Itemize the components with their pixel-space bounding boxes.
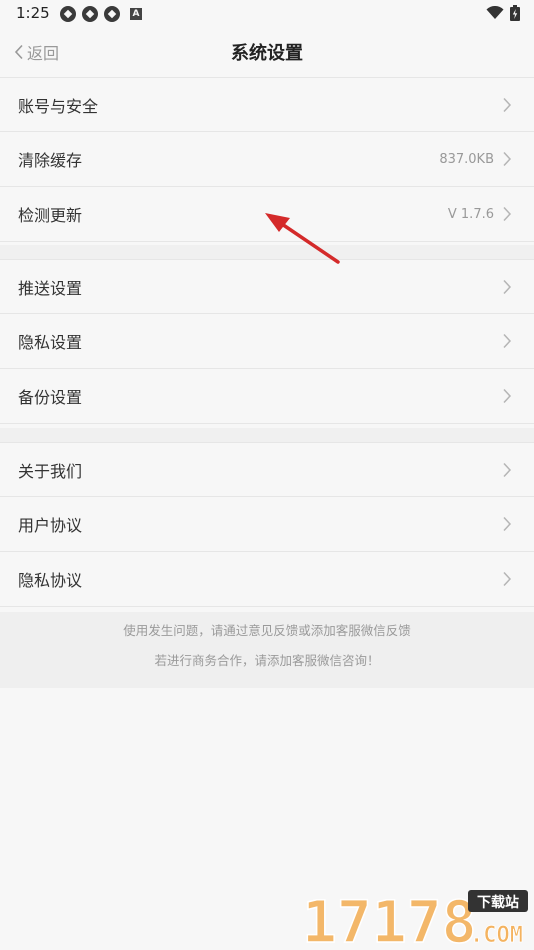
settings-item-label: 备份设置 [18,388,83,407]
settings-item-label: 隐私协议 [18,571,83,590]
settings-item-about-us[interactable]: 关于我们 [0,442,534,497]
chevron-right-icon [503,206,512,222]
page-title: 系统设置 [231,43,303,64]
back-button[interactable]: 返回 [14,40,59,64]
chevron-right-icon [503,516,512,532]
settings-item-label: 关于我们 [18,461,83,481]
battery-charging-icon [510,5,520,21]
chevron-right-icon [503,97,512,112]
notification-icons: A [60,6,142,22]
annotation-arrow-icon [265,213,340,264]
status-time: 1:25 [16,4,50,22]
chevron-left-icon [14,44,23,60]
chevron-right-icon [503,462,512,477]
a-badge-icon: A [130,8,142,20]
settings-item-label: 隐私设置 [18,333,83,352]
cache-size-value: 837.0KB [439,151,494,167]
settings-item-label: 账号与安全 [18,96,99,116]
settings-item-label: 用户协议 [18,516,83,535]
back-label: 返回 [27,44,60,63]
settings-group-about: 关于我们 用户协议 隐私协议 [0,442,534,607]
settings-item-user-agreement[interactable]: 用户协议 [0,497,534,552]
app-notification-icon [82,6,98,22]
chevron-right-icon [503,279,512,294]
watermark-domain: .COM [470,923,523,948]
app-notification-icon [60,6,76,22]
settings-item-privacy-settings[interactable]: 隐私设置 [0,314,534,369]
nav-bar: 返回 系统设置 [0,28,534,76]
wifi-icon [486,6,504,19]
settings-item-label: 检测更新 [18,206,83,225]
settings-item-label: 推送设置 [18,278,83,298]
chevron-right-icon [503,151,512,167]
settings-item-account-security[interactable]: 账号与安全 [0,77,534,132]
settings-item-backup[interactable]: 备份设置 [0,369,534,424]
footer-feedback-text: 使用发生问题，请通过意见反馈或添加客服微信反馈 [123,623,411,638]
chevron-right-icon [503,571,512,587]
settings-item-clear-cache[interactable]: 清除缓存 837.0KB [0,132,534,187]
watermark-number: 17178 [302,888,477,948]
settings-item-label: 清除缓存 [18,151,83,170]
settings-group-preferences: 推送设置 隐私设置 备份设置 [0,259,534,424]
footer-business-text: 若进行商务合作，请添加客服微信咨询！ [154,653,380,668]
status-bar: 1:25 A [0,0,534,28]
chevron-right-icon [503,388,512,404]
section-divider [0,428,534,442]
settings-item-privacy-policy[interactable]: 隐私协议 [0,552,534,607]
site-watermark-logo: 17178 下载站 .COM [302,888,528,948]
footer-notice: 使用发生问题，请通过意见反馈或添加客服微信反馈 若进行商务合作，请添加客服微信咨… [0,612,534,688]
chevron-right-icon [503,333,512,349]
watermark-badge: 下载站 [477,894,519,911]
version-value: V 1.7.6 [447,206,494,222]
app-notification-icon [104,6,120,22]
system-icons [486,5,520,21]
